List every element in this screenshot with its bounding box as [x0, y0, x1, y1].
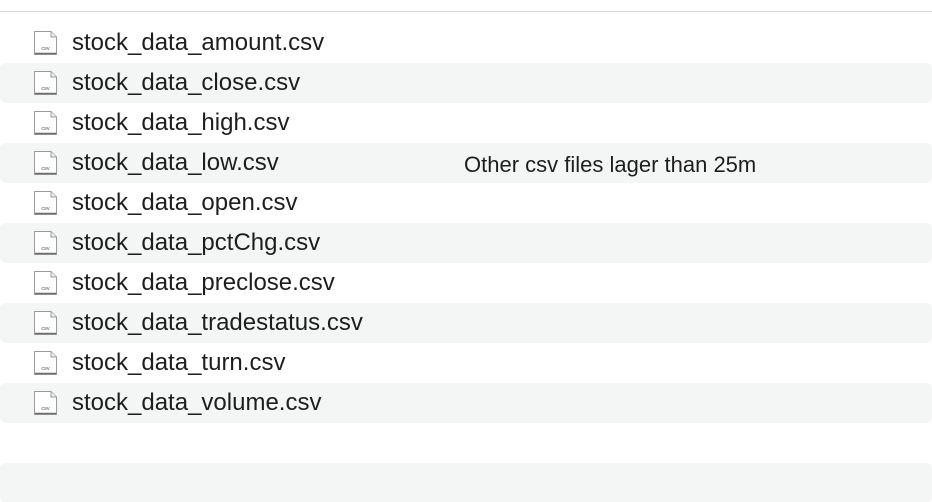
svg-text:csv: csv	[41, 366, 50, 372]
file-name: stock_data_tradestatus.csv	[72, 309, 363, 336]
file-row[interactable]: csv stock_data_turn.csv	[0, 343, 932, 383]
csv-file-icon: csv	[31, 230, 59, 256]
empty-row	[0, 463, 932, 502]
csv-file-icon: csv	[31, 390, 59, 416]
csv-file-icon: csv	[31, 110, 59, 136]
csv-file-icon: csv	[31, 310, 59, 336]
file-name: stock_data_amount.csv	[72, 29, 325, 56]
file-row[interactable]: csv stock_data_pctChg.csv	[0, 223, 932, 263]
file-name: stock_data_open.csv	[72, 189, 298, 216]
annotation-note: Other csv files lager than 25m	[464, 152, 757, 177]
file-name: stock_data_high.csv	[72, 109, 290, 136]
svg-text:csv: csv	[41, 166, 50, 172]
svg-text:csv: csv	[41, 286, 50, 292]
file-row[interactable]: csv stock_data_close.csv	[0, 63, 932, 103]
svg-text:csv: csv	[41, 326, 50, 332]
file-row[interactable]: csv stock_data_high.csv	[0, 103, 932, 143]
file-row[interactable]: csv stock_data_amount.csv	[0, 23, 932, 63]
svg-text:csv: csv	[41, 126, 50, 132]
finder-window: csv stock_data_amount.csv csv stock_data…	[0, 0, 932, 502]
csv-file-icon: csv	[31, 190, 59, 216]
file-row[interactable]: csv stock_data_tradestatus.csv	[0, 303, 932, 343]
file-name: stock_data_close.csv	[72, 69, 301, 96]
csv-file-icon: csv	[31, 30, 59, 56]
file-row[interactable]: csv stock_data_open.csv	[0, 183, 932, 223]
empty-row	[0, 423, 932, 463]
csv-file-icon: csv	[31, 150, 59, 176]
file-name: stock_data_pctChg.csv	[72, 229, 321, 256]
file-row[interactable]: csv stock_data_preclose.csv	[0, 263, 932, 303]
top-divider	[0, 11, 932, 12]
svg-text:csv: csv	[41, 206, 50, 212]
file-name: stock_data_low.csv	[72, 149, 279, 176]
svg-text:csv: csv	[41, 46, 50, 52]
file-row[interactable]: csv stock_data_volume.csv	[0, 383, 932, 423]
csv-file-icon: csv	[31, 70, 59, 96]
file-list: csv stock_data_amount.csv csv stock_data…	[0, 23, 932, 502]
svg-text:csv: csv	[41, 86, 50, 92]
file-name: stock_data_turn.csv	[72, 349, 286, 376]
file-name: stock_data_preclose.csv	[72, 269, 335, 296]
csv-file-icon: csv	[31, 350, 59, 376]
svg-text:csv: csv	[41, 406, 50, 412]
csv-file-icon: csv	[31, 270, 59, 296]
svg-text:csv: csv	[41, 246, 50, 252]
file-name: stock_data_volume.csv	[72, 389, 322, 416]
